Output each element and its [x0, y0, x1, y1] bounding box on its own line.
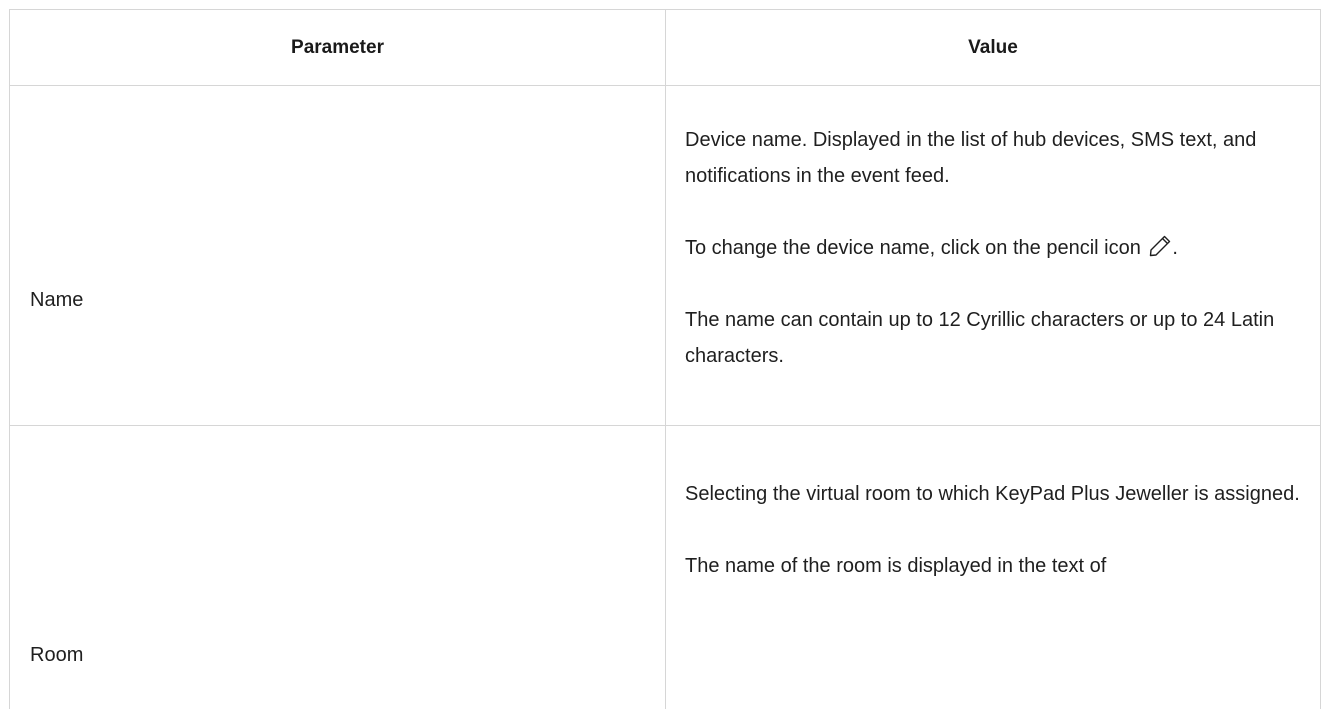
description-paragraph: Device name. Displayed in the list of hu…: [685, 129, 1257, 187]
description-paragraph: The name of the room is displayed in the…: [685, 555, 1107, 577]
description-paragraph: The name can contain up to 12 Cyrillic c…: [685, 309, 1275, 367]
description-text-suffix: .: [1172, 237, 1178, 259]
description-text: To change the device name, click on the …: [685, 237, 1141, 259]
header-value: Value: [968, 36, 1018, 58]
table-header-row: Parameter Value: [10, 10, 1320, 86]
parameter-name: Name: [30, 289, 84, 311]
header-parameter: Parameter: [291, 36, 384, 58]
parameter-room: Room: [30, 644, 84, 666]
parameters-table: Parameter Value Name Device name. Displa…: [9, 9, 1321, 709]
description-paragraph: To change the device name, click on the …: [685, 230, 1305, 266]
pencil-icon: [1150, 235, 1171, 257]
value-description: Selecting the virtual room to which KeyP…: [685, 476, 1305, 620]
table-row: Room Selecting the virtual room to which…: [10, 426, 1320, 726]
value-description: Device name. Displayed in the list of hu…: [685, 122, 1305, 410]
description-paragraph: Selecting the virtual room to which KeyP…: [685, 483, 1300, 505]
table-row: Name Device name. Displayed in the list …: [10, 86, 1320, 426]
